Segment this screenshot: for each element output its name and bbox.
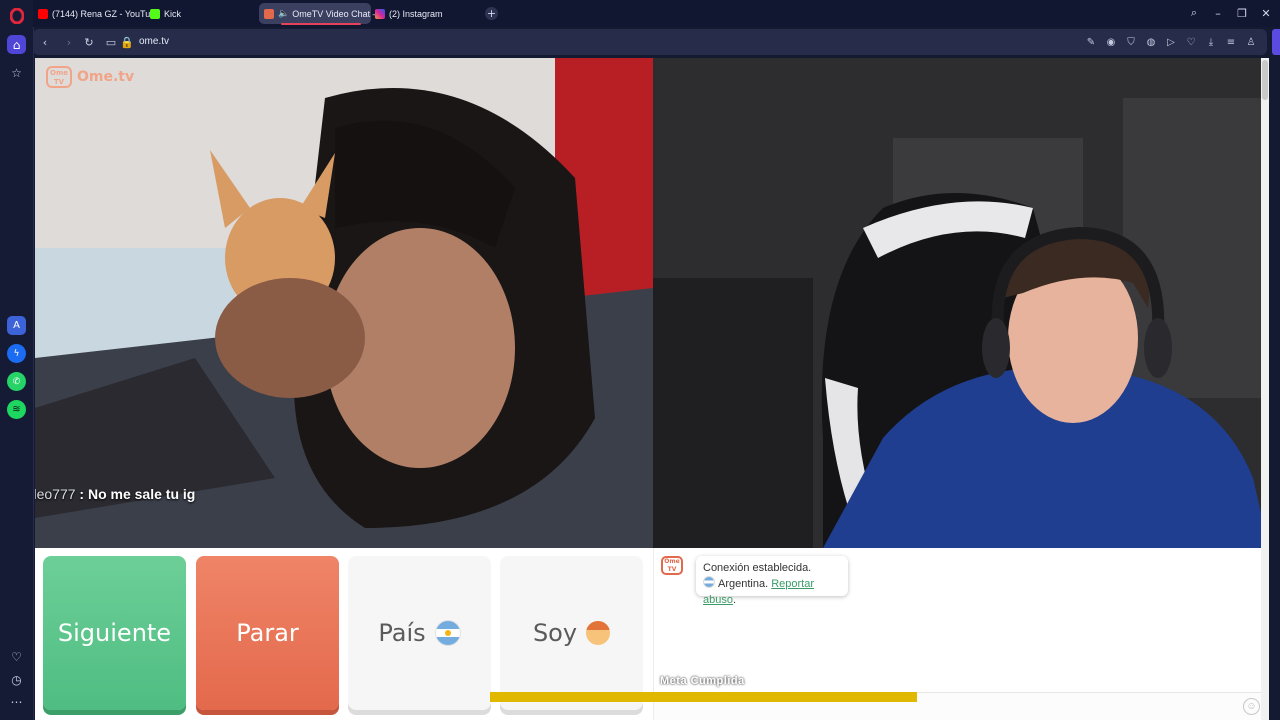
search-tabs-icon[interactable]: ⌕ bbox=[1186, 5, 1202, 21]
boy-face-icon bbox=[586, 621, 611, 645]
tab-kick[interactable]: Kick bbox=[145, 3, 186, 24]
stop-button-label: Parar bbox=[236, 619, 299, 647]
chat-message: No me sale tu ig bbox=[87, 486, 196, 502]
kick-icon bbox=[150, 8, 160, 19]
partner-video-frame bbox=[35, 58, 653, 548]
stream-goal-bar bbox=[490, 692, 917, 702]
next-button-label: Siguiente bbox=[57, 619, 172, 647]
whatsapp-icon[interactable]: ✆ bbox=[7, 372, 26, 391]
sidebar-accent bbox=[1272, 29, 1280, 55]
tab-bar: (7144) Rena GZ - YouTube Kick 🔈 OmeTV Vi… bbox=[33, 0, 1280, 27]
instagram-icon bbox=[375, 8, 385, 19]
self-video bbox=[653, 58, 1269, 548]
argentina-flag-icon bbox=[703, 576, 715, 588]
chat-username: eel_leo777 bbox=[35, 486, 76, 502]
gender-button-label: Soy bbox=[532, 619, 578, 647]
tab-instagram[interactable]: (2) Instagram bbox=[370, 3, 448, 24]
ometv-chat-logo-icon: Ome TV bbox=[661, 556, 683, 575]
ometv-logo-text: Ome.tv bbox=[77, 69, 135, 85]
heart-icon[interactable]: ♡ bbox=[1184, 35, 1198, 49]
ometv-page: Ome TV Ome.tv eel_leo777 : No me sale tu… bbox=[35, 58, 1269, 720]
download-icon[interactable]: ⤓ bbox=[1204, 35, 1218, 49]
camera-icon[interactable]: ◉ bbox=[1104, 35, 1118, 49]
aria-icon[interactable]: A bbox=[7, 316, 26, 335]
connection-text: Conexión establecida. bbox=[703, 562, 812, 574]
country-button[interactable]: País bbox=[348, 556, 491, 710]
home-icon[interactable]: ⌂ bbox=[7, 35, 26, 54]
report-suffix: . bbox=[732, 594, 737, 606]
shield-icon[interactable]: ⛉ bbox=[1124, 35, 1138, 49]
url-field[interactable]: ome.tv bbox=[139, 36, 169, 47]
player-icon[interactable]: ▷ bbox=[1164, 35, 1178, 49]
tab-label: (7144) Rena GZ - YouTube bbox=[52, 8, 161, 19]
maximize-button[interactable]: ❐ bbox=[1234, 5, 1250, 21]
country-line: Argentina. Reportar abuso. bbox=[703, 576, 841, 608]
tab-label: OmeTV Video Chat – bbox=[292, 8, 378, 19]
new-tab-button[interactable]: + bbox=[485, 7, 498, 20]
ometv-logo[interactable]: Ome TV Ome.tv bbox=[46, 66, 134, 88]
stop-button[interactable]: Parar bbox=[196, 556, 339, 710]
speaker-icon[interactable]: 🔈 bbox=[278, 9, 289, 19]
page-info-icon[interactable]: ▭ bbox=[103, 34, 119, 50]
tab-ometv[interactable]: 🔈 OmeTV Video Chat – bbox=[259, 3, 378, 25]
messenger-icon[interactable]: ϟ bbox=[7, 344, 26, 363]
snapshot-icon[interactable]: ✎ bbox=[1084, 35, 1098, 49]
country-button-label: País bbox=[378, 619, 426, 647]
close-button[interactable]: ✕ bbox=[1258, 5, 1274, 21]
argentina-flag-icon bbox=[434, 620, 461, 646]
browser-sidebar: ⌂ ☆ A ϟ ✆ ≋ ♡ ◷ ⋯ bbox=[0, 0, 34, 720]
stream-chat-overlay: eel_leo777 : No me sale tu ig bbox=[35, 486, 195, 502]
page-scrollbar[interactable] bbox=[1261, 58, 1269, 720]
reload-button[interactable]: ↻ bbox=[81, 34, 97, 50]
emoji-icon[interactable]: ☺ bbox=[1243, 698, 1260, 715]
ometv-logo-icon: Ome TV bbox=[46, 66, 72, 88]
next-button[interactable]: Siguiente bbox=[43, 556, 186, 710]
lock-icon[interactable]: 🔒 bbox=[119, 34, 135, 50]
back-button[interactable]: ‹ bbox=[37, 34, 53, 50]
ometv-icon bbox=[264, 8, 274, 19]
menu-icon[interactable]: ≡ bbox=[1224, 35, 1238, 49]
minimize-button[interactable]: – bbox=[1210, 5, 1226, 21]
youtube-icon bbox=[38, 8, 48, 19]
history-icon[interactable]: ◷ bbox=[7, 670, 26, 689]
tab-label: Kick bbox=[164, 8, 182, 19]
profile-icon[interactable]: ♙ bbox=[1244, 35, 1258, 49]
gender-button[interactable]: Soy bbox=[500, 556, 643, 710]
chat-separator: : bbox=[75, 486, 88, 502]
self-video-frame bbox=[653, 58, 1269, 548]
address-bar: ‹ › ↻ ▭ 🔒 ome.tv ✎ ◉ ⛉ ◍ ▷ ♡ ⤓ ≡ ♙ bbox=[33, 29, 1267, 55]
stream-goal-fill bbox=[490, 692, 917, 702]
scrollbar-thumb[interactable] bbox=[1262, 60, 1268, 100]
spotify-icon[interactable]: ≋ bbox=[7, 400, 26, 419]
more-icon[interactable]: ⋯ bbox=[7, 692, 26, 711]
system-message: Conexión establecida. Argentina. Reporta… bbox=[696, 556, 848, 606]
opera-logo-icon[interactable] bbox=[7, 6, 26, 25]
tab-label: (2) Instagram bbox=[389, 8, 443, 19]
country-text: Argentina. bbox=[718, 578, 769, 590]
vpn-icon[interactable]: ◍ bbox=[1144, 35, 1158, 49]
stream-goal-label: Meta Cumplida bbox=[660, 675, 745, 687]
heart-icon[interactable]: ♡ bbox=[7, 647, 26, 666]
forward-button[interactable]: › bbox=[61, 34, 77, 50]
star-icon[interactable]: ☆ bbox=[7, 63, 26, 82]
partner-video: Ome TV Ome.tv bbox=[35, 58, 653, 548]
